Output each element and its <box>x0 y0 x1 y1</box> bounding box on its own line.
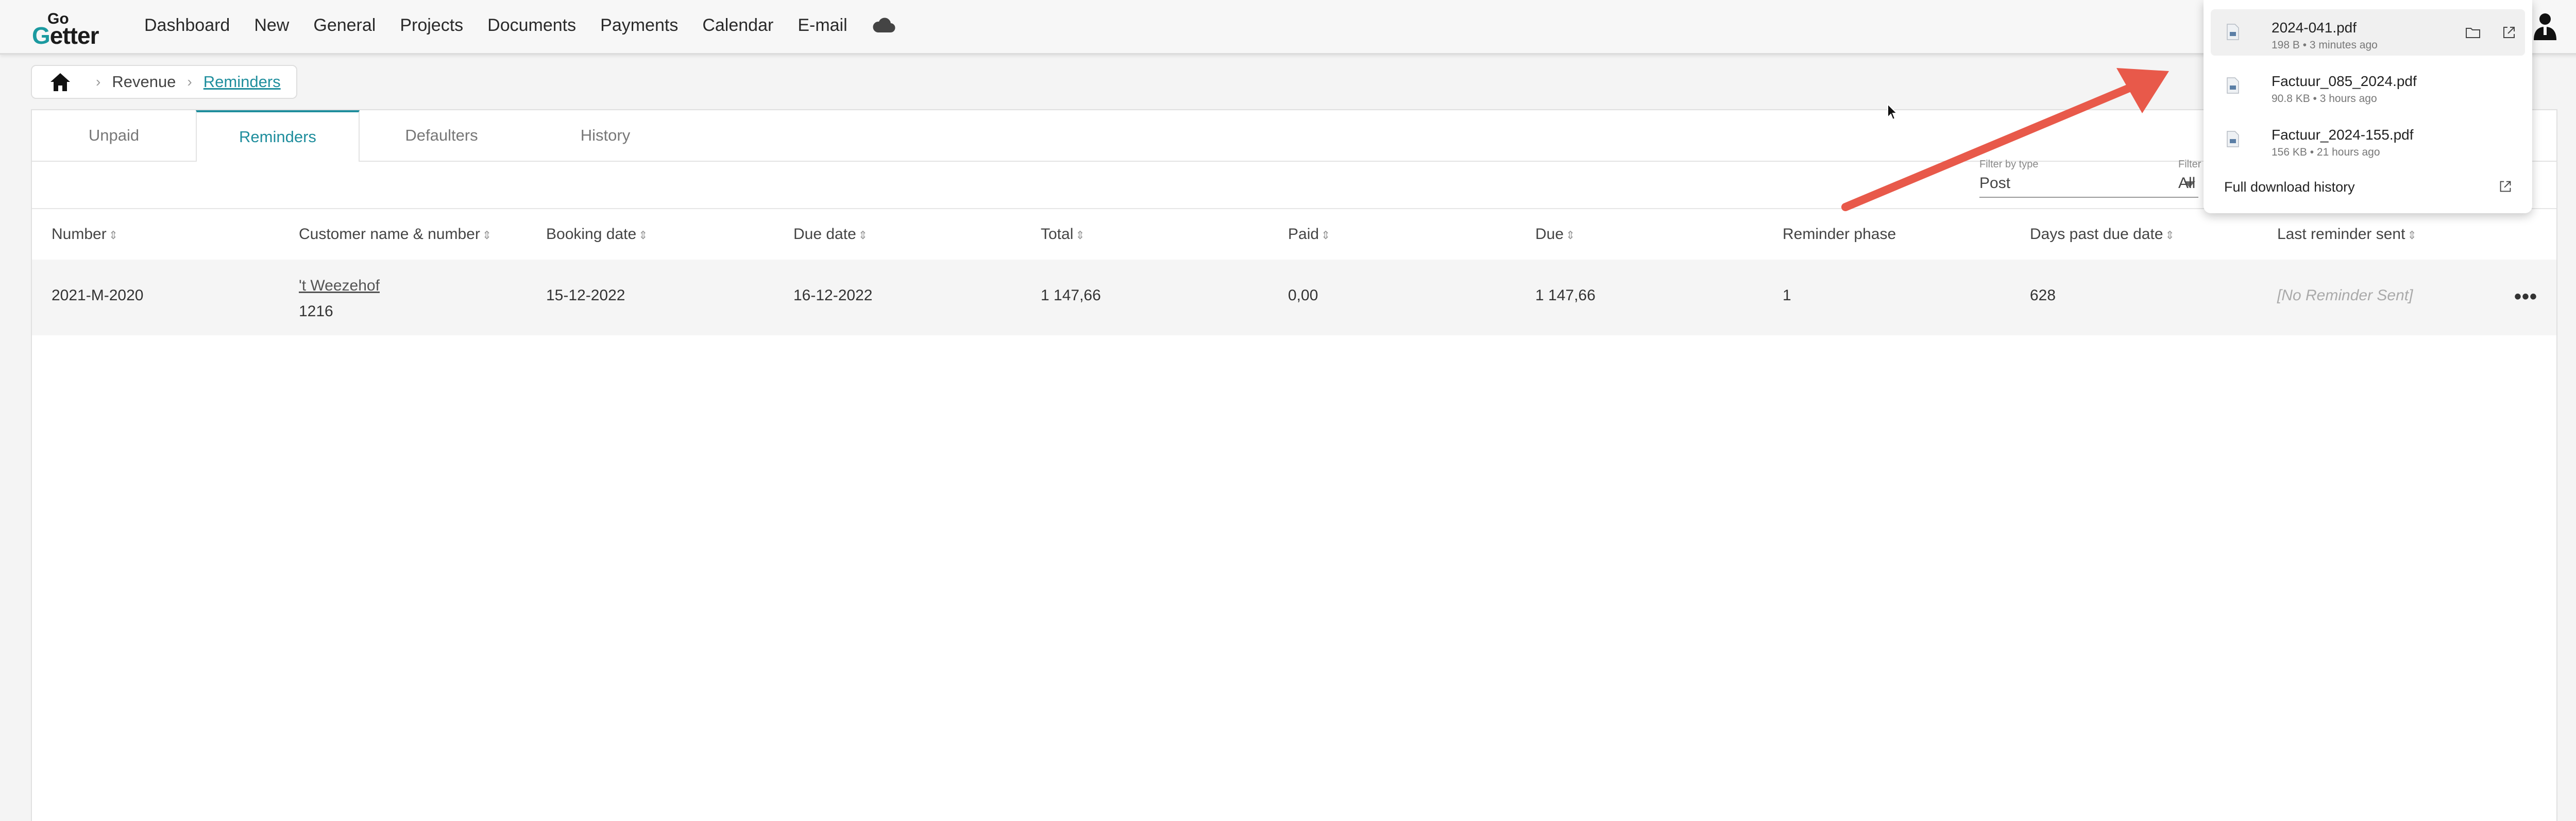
sort-icon: ⇕ <box>2165 229 2175 242</box>
nav-payments[interactable]: Payments <box>600 15 678 36</box>
column-header-due-date[interactable]: Due date ⇕ <box>793 226 868 243</box>
nav-new[interactable]: New <box>254 15 289 36</box>
column-header-reminder-phase: Reminder phase <box>1783 226 1896 243</box>
column-header-booking-date[interactable]: Booking date ⇕ <box>546 226 648 243</box>
cell-customer: 't Weezehof 1216 <box>299 273 380 324</box>
tab-history[interactable]: History <box>523 110 687 161</box>
download-file-meta: 198 B • 3 minutes ago <box>2272 39 2378 51</box>
column-header-days-past-due[interactable]: Days past due date ⇕ <box>2030 226 2175 243</box>
downloads-popup: 2024-041.pdf 198 B • 3 minutes ago Factu… <box>2204 0 2532 213</box>
download-item[interactable]: 2024-041.pdf 198 B • 3 minutes ago <box>2211 9 2525 56</box>
sort-icon: ⇕ <box>482 229 492 242</box>
sort-icon: ⇕ <box>108 229 118 242</box>
tab-reminders[interactable]: Reminders <box>196 110 360 162</box>
column-header-total[interactable]: Total ⇕ <box>1041 226 1085 243</box>
logo-getter-text: Getter <box>32 22 99 49</box>
annotation-arrow-icon <box>1841 68 2169 211</box>
nav-documents[interactable]: Documents <box>487 15 576 36</box>
sort-icon: ⇕ <box>1075 229 1085 242</box>
download-file-name: 2024-041.pdf <box>2272 20 2357 36</box>
customer-number: 1216 <box>299 303 333 320</box>
pdf-file-icon <box>2227 24 2239 40</box>
column-header-due[interactable]: Due ⇕ <box>1535 226 1575 243</box>
customer-name-link[interactable]: 't Weezehof <box>299 273 380 299</box>
nav-dashboard[interactable]: Dashboard <box>144 15 230 36</box>
nav-email[interactable]: E-mail <box>798 15 847 36</box>
download-file-meta: 156 KB • 21 hours ago <box>2272 146 2380 158</box>
column-header-customer[interactable]: Customer name & number ⇕ <box>299 226 492 243</box>
cell-total: 1 147,66 <box>1041 287 1101 304</box>
column-header-paid[interactable]: Paid ⇕ <box>1288 226 1330 243</box>
table-row[interactable]: 2021-M-2020 't Weezehof 1216 15-12-2022 … <box>32 260 2556 335</box>
cell-due-date: 16-12-2022 <box>793 287 873 304</box>
nav-projects[interactable]: Projects <box>400 15 463 36</box>
sort-icon: ⇕ <box>638 229 648 242</box>
pdf-file-icon <box>2227 131 2239 147</box>
reminders-panel: Unpaid Reminders Defaulters History Filt… <box>31 109 2557 821</box>
gogetter-logo[interactable]: Go Getter <box>32 10 114 49</box>
open-external-icon[interactable] <box>2497 178 2514 195</box>
main-nav: Dashboard New General Projects Documents… <box>144 15 895 36</box>
cell-booking-date: 15-12-2022 <box>546 287 625 304</box>
breadcrumb-revenue[interactable]: Revenue <box>112 73 176 91</box>
sort-icon: ⇕ <box>1321 229 1331 242</box>
table-header: Number ⇕ Customer name & number ⇕ Booking … <box>32 208 2556 261</box>
cloud-icon[interactable] <box>872 17 895 35</box>
cell-paid: 0,00 <box>1288 287 1318 304</box>
breadcrumb-reminders[interactable]: Reminders <box>204 73 281 91</box>
download-file-name: Factuur_2024-155.pdf <box>2272 127 2414 143</box>
column-header-last-reminder[interactable]: Last reminder sent ⇕ <box>2277 226 2417 243</box>
show-in-folder-icon[interactable] <box>2464 24 2482 41</box>
user-icon[interactable] <box>2532 12 2558 40</box>
pdf-file-icon <box>2227 77 2239 94</box>
cell-days-past-due: 628 <box>2030 287 2056 304</box>
home-icon[interactable] <box>49 72 71 92</box>
download-item[interactable]: Factuur_085_2024.pdf 90.8 KB • 3 hours a… <box>2211 63 2525 109</box>
tab-unpaid[interactable]: Unpaid <box>32 110 196 161</box>
download-item[interactable]: Factuur_2024-155.pdf 156 KB • 21 hours a… <box>2211 116 2525 163</box>
more-options-icon[interactable]: ••• <box>2514 285 2537 309</box>
cell-last-reminder: [No Reminder Sent] <box>2277 287 2413 304</box>
mouse-cursor-icon <box>1887 103 1898 121</box>
open-external-icon[interactable] <box>2500 24 2518 41</box>
cell-due: 1 147,66 <box>1535 287 1596 304</box>
top-navigation-bar: Go Getter Dashboard New General Projects… <box>0 0 2576 55</box>
full-download-history-link[interactable]: Full download history <box>2224 179 2355 195</box>
download-file-meta: 90.8 KB • 3 hours ago <box>2272 93 2377 105</box>
download-file-name: Factuur_085_2024.pdf <box>2272 73 2417 89</box>
chevron-right-icon: › <box>96 74 101 90</box>
nav-general[interactable]: General <box>313 15 376 36</box>
chevron-right-icon: › <box>187 74 192 90</box>
column-header-number[interactable]: Number ⇕ <box>52 226 118 243</box>
sort-icon: ⇕ <box>1566 229 1575 242</box>
breadcrumb: › Revenue › Reminders <box>31 65 297 99</box>
cell-reminder-phase: 1 <box>1783 287 1791 304</box>
nav-calendar[interactable]: Calendar <box>702 15 773 36</box>
tab-defaulters[interactable]: Defaulters <box>360 110 523 161</box>
cell-number: 2021-M-2020 <box>52 287 144 304</box>
logo-g: G <box>32 22 50 49</box>
tab-bar: Unpaid Reminders Defaulters History <box>32 110 2556 162</box>
logo-etter: etter <box>49 22 99 49</box>
sort-icon: ⇕ <box>858 229 868 242</box>
sort-icon: ⇕ <box>2407 229 2417 242</box>
